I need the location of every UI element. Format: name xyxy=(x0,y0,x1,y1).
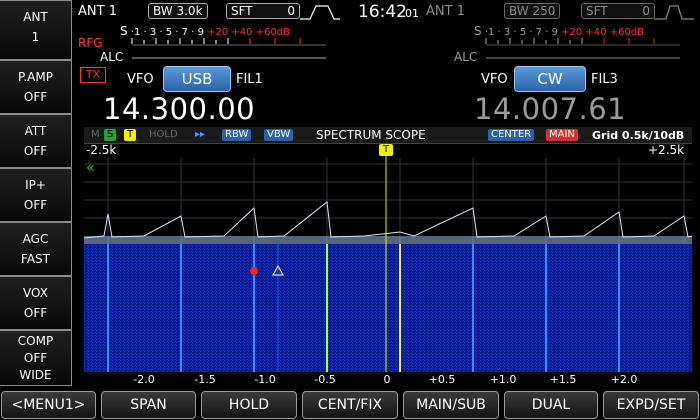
sidebar-item-extra: WIDE xyxy=(19,368,52,382)
main-bw-value: BW 3.0k xyxy=(153,4,203,18)
main-frequency[interactable]: 14.300.00 xyxy=(103,92,255,126)
main-vfo-label: VFO xyxy=(127,72,154,87)
span-right-label: +2.5k xyxy=(648,143,685,157)
sidebar-item-value: 1 xyxy=(31,30,40,44)
main-s-meter-scale: S ·1 · 3 · 5 · 7 · 9 +20 +40 +60dB xyxy=(120,24,290,38)
main-sft-value: 0 xyxy=(287,4,295,18)
x-tick-label: 0 xyxy=(383,373,391,386)
sub-alc-meter xyxy=(486,57,680,59)
sub-mode-button[interactable]: CW xyxy=(514,66,586,92)
sub-s-meter-ticks xyxy=(485,38,680,46)
rx-marker-dot xyxy=(250,267,258,275)
main-mode-button[interactable]: USB xyxy=(163,66,231,92)
scope-tag-hold: HOLD xyxy=(149,129,178,140)
sub-sft-box[interactable]: SFT 0 xyxy=(581,3,655,19)
s-label: S xyxy=(474,24,482,38)
scope-tag-arrows: ▸▸ xyxy=(195,129,206,140)
sidebar-item-agc[interactable]: AGC FAST xyxy=(0,222,72,276)
sub-bw-value: BW 250 xyxy=(509,4,556,18)
s-over-scale: +20 +40 +60dB xyxy=(207,27,291,38)
sidebar-item-value: OFF xyxy=(23,351,48,365)
main-alc-meter xyxy=(132,57,326,59)
sidebar-item-vox[interactable]: VOX OFF xyxy=(0,276,72,330)
sidebar-item-value: OFF xyxy=(23,198,48,212)
sidebar-item-label: IP+ xyxy=(25,178,46,192)
x-axis: -2.0 -1.5 -1.0 -0.5 0 +0.5 +1.0 +1.5 +2.… xyxy=(84,372,692,388)
sub-filter-label: FIL3 xyxy=(591,72,618,87)
scope-tag-rbw[interactable]: RBW xyxy=(222,129,252,141)
sidebar-item-label: COMP xyxy=(17,334,54,348)
sidebar-item-antenna[interactable]: ANT 1 xyxy=(0,0,72,60)
scope-tag-vbw[interactable]: VBW xyxy=(264,129,294,141)
s-scale: ·1 · 3 · 5 · 7 · 9 xyxy=(484,27,558,38)
sidebar-item-attenuator[interactable]: ATT OFF xyxy=(0,114,72,168)
waterfall xyxy=(84,244,692,372)
rfg-label: RFG xyxy=(78,36,103,50)
sidebar-item-label: ATT xyxy=(24,124,47,138)
x-tick-label: -2.0 xyxy=(133,373,155,386)
main-s-meter-ticks xyxy=(131,38,326,46)
scroll-left-icon[interactable]: « xyxy=(86,161,95,175)
cent-fix-button[interactable]: CENT/FIX xyxy=(302,391,398,419)
sidebar-item-label: AGC xyxy=(22,232,49,246)
sidebar-item-label: ANT xyxy=(23,10,48,24)
main-filter-label: FIL1 xyxy=(236,72,263,87)
sub-frequency[interactable]: 14.007.61 xyxy=(474,92,626,126)
clock-time: 16:42 xyxy=(358,2,407,22)
scope-tag-t: T xyxy=(124,129,137,141)
sidebar-item-value: OFF xyxy=(23,90,48,104)
x-tick-label: +1.0 xyxy=(489,373,517,386)
scope-target-badge[interactable]: MAIN xyxy=(546,129,578,141)
scope-title: SPECTRUM SCOPE xyxy=(316,128,426,142)
x-tick-label: -1.0 xyxy=(254,373,276,386)
x-tick-label: -0.5 xyxy=(314,373,336,386)
scope-mode-badge[interactable]: CENTER xyxy=(488,129,535,141)
clock-seconds: 01 xyxy=(405,7,419,20)
sidebar-item-value: OFF xyxy=(23,144,48,158)
scope-grid-label: Grid 0.5k/10dB xyxy=(592,129,685,142)
sidebar-item-label: VOX xyxy=(23,286,48,300)
span-button[interactable]: SPAN xyxy=(101,391,196,419)
x-tick-label: -1.5 xyxy=(194,373,216,386)
scope-header: M S T HOLD ▸▸ RBW VBW SPECTRUM SCOPE CEN… xyxy=(84,127,692,144)
sub-sft-label: SFT xyxy=(586,4,608,18)
scope-tag-m: M xyxy=(91,129,100,140)
sub-antenna: ANT 1 xyxy=(426,4,465,19)
spectrum-display[interactable] xyxy=(84,144,692,372)
main-sub-button[interactable]: MAIN/SUB xyxy=(403,391,499,419)
hold-button[interactable]: HOLD xyxy=(201,391,297,419)
sub-s-meter-scale: S ·1 · 3 · 5 · 7 · 9 +20 +40 +60dB xyxy=(474,24,644,38)
dual-button[interactable]: DUAL xyxy=(504,391,598,419)
sub-alc-label: ALC xyxy=(454,50,478,64)
sub-filter-shape-icon xyxy=(654,5,694,20)
sidebar-item-value: FAST xyxy=(21,252,50,266)
main-bw-box[interactable]: BW 3.0k xyxy=(148,3,208,19)
scope-tag-s: S xyxy=(104,129,117,141)
tx-marker-badge: T xyxy=(379,144,393,156)
sidebar-item-comp[interactable]: COMP OFF WIDE xyxy=(0,330,72,386)
s-over-scale: +20 +40 +60dB xyxy=(561,27,645,38)
span-left-label: -2.5k xyxy=(86,143,117,157)
x-tick-label: +1.5 xyxy=(549,373,577,386)
tx-indicator: TX xyxy=(80,67,106,83)
sidebar-item-ip-plus[interactable]: IP+ OFF xyxy=(0,168,72,222)
main-sft-label: SFT xyxy=(231,4,253,18)
main-alc-label: ALC xyxy=(100,50,124,64)
sidebar-item-preamp[interactable]: P.AMP OFF xyxy=(0,60,72,114)
sidebar-item-value: OFF xyxy=(23,306,48,320)
menu1-button[interactable]: <MENU1> xyxy=(1,391,96,419)
main-sft-box[interactable]: SFT 0 xyxy=(226,3,300,19)
sub-vfo-label: VFO xyxy=(481,72,508,87)
x-tick-label: +0.5 xyxy=(428,373,456,386)
expd-set-button[interactable]: EXPD/SET xyxy=(603,391,699,419)
sub-sft-value: 0 xyxy=(642,4,650,18)
s-label: S xyxy=(120,24,128,38)
main-filter-shape-icon xyxy=(300,5,340,20)
main-antenna: ANT 1 xyxy=(78,4,117,19)
s-scale: ·1 · 3 · 5 · 7 · 9 xyxy=(130,27,204,38)
sidebar-item-label: P.AMP xyxy=(18,70,53,84)
sub-bw-box[interactable]: BW 250 xyxy=(504,3,561,19)
x-tick-label: +2.0 xyxy=(610,373,638,386)
